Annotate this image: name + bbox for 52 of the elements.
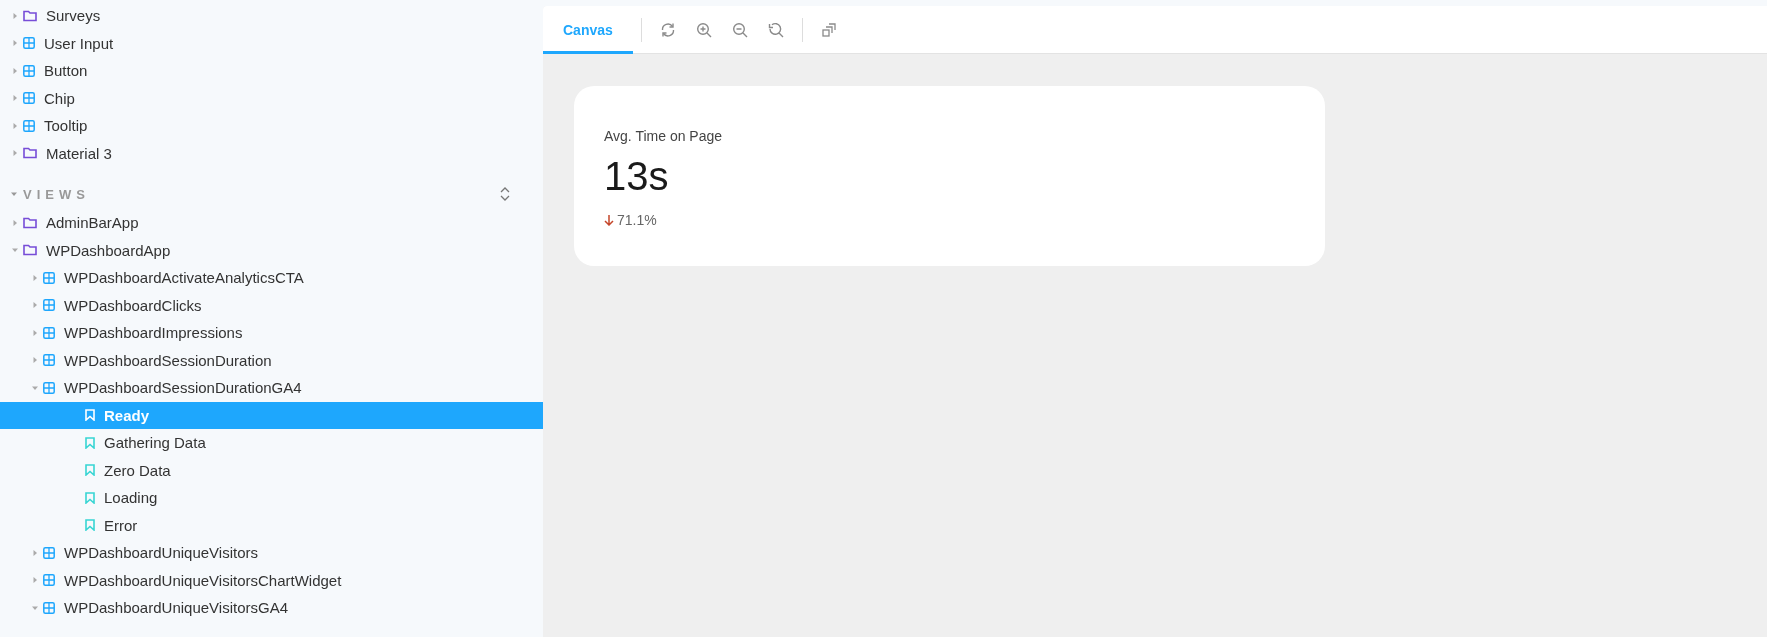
tree-item[interactable]: WPDashboardUniqueVisitorsChartWidget: [0, 566, 543, 594]
tree-item[interactable]: AdminBarApp: [0, 209, 543, 237]
component-icon: [43, 601, 55, 614]
tree-item[interactable]: WPDashboardActivateAnalyticsCTA: [0, 264, 543, 292]
caret-icon[interactable]: [11, 191, 17, 197]
tree-item[interactable]: Gathering Data: [0, 429, 543, 457]
tree-item[interactable]: WPDashboardClicks: [0, 291, 543, 319]
component-icon: [23, 37, 35, 50]
folder-icon: [23, 216, 37, 229]
expand-collapse-icon[interactable]: [500, 186, 510, 202]
component-icon: [43, 299, 55, 312]
tree-item[interactable]: WPDashboardUniqueVisitorsGA4: [0, 594, 543, 622]
tree-item[interactable]: WPDashboardSessionDuration: [0, 346, 543, 374]
tree-item[interactable]: WPDashboardImpressions: [0, 319, 543, 347]
reset-zoom-icon[interactable]: [767, 21, 784, 38]
tree-item[interactable]: Chip: [0, 84, 543, 112]
component-icon: [43, 271, 55, 284]
component-icon: [23, 64, 35, 77]
metric-change: 71.1%: [617, 212, 657, 228]
bookmark-icon: [85, 519, 95, 532]
tree-item[interactable]: Tooltip: [0, 112, 543, 140]
folder-icon: [23, 147, 37, 160]
outline-icon[interactable]: [820, 21, 837, 38]
zoom-out-icon[interactable]: [731, 21, 748, 38]
metric-value: 13s: [604, 153, 670, 200]
tree-item[interactable]: Material 3: [0, 139, 543, 167]
component-icon: [43, 381, 55, 394]
tree-item[interactable]: User Input: [0, 29, 543, 57]
component-icon: [43, 326, 55, 339]
component-icon: [43, 354, 55, 367]
component-icon: [43, 546, 55, 559]
bookmark-icon: [85, 464, 95, 477]
tree-item[interactable]: Button: [0, 57, 543, 85]
folder-icon: [23, 244, 37, 257]
bookmark-icon: [85, 436, 95, 449]
tree-item[interactable]: WPDashboardApp: [0, 236, 543, 264]
bookmark-icon: [85, 409, 95, 422]
tree-item[interactable]: Surveys: [0, 2, 543, 30]
folder-icon: [23, 9, 37, 22]
tree-item[interactable]: WPDashboardSessionDurationGA4: [0, 374, 543, 402]
tree-item[interactable]: Loading: [0, 484, 543, 512]
component-icon: [23, 119, 35, 132]
component-icon: [23, 92, 35, 105]
refresh-icon[interactable]: [659, 21, 676, 38]
component-icon: [43, 574, 55, 587]
tree-item[interactable]: WPDashboardUniqueVisitors: [0, 539, 543, 567]
bookmark-icon: [85, 491, 95, 504]
arrow-down-icon: [604, 214, 614, 226]
tree-item[interactable]: Zero Data: [0, 456, 543, 484]
zoom-in-icon[interactable]: [695, 21, 712, 38]
tree-item[interactable]: Error: [0, 511, 543, 539]
metric-label: Avg. Time on Page: [604, 128, 724, 144]
